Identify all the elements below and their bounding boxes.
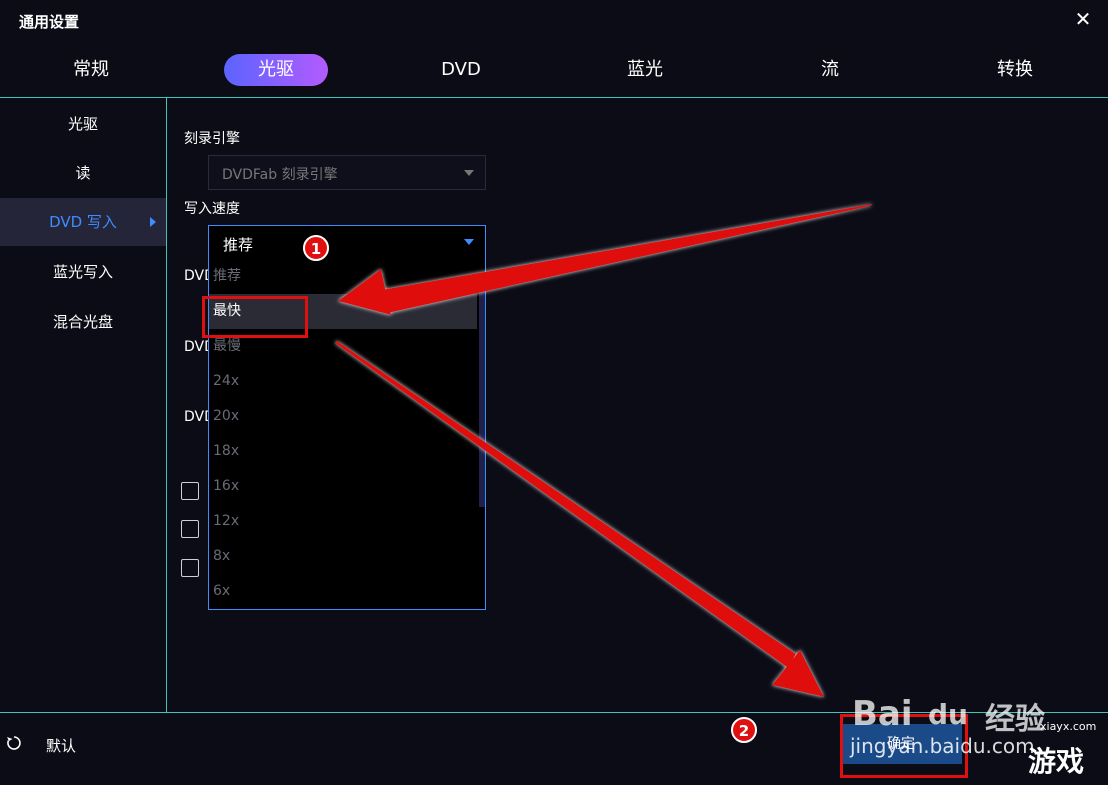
write-speed-value: 推荐 [223,236,254,254]
title-bar: 通用设置 ✕ [0,0,1108,42]
chevron-down-icon [464,239,474,245]
step-badge-2: 2 [731,717,757,743]
dropdown-scrollbar[interactable] [479,285,485,507]
sidebar-item-label: DVD 写入 [49,213,117,231]
sidebar: 光驱 读 DVD 写入 蓝光写入 混合光盘 [0,98,167,712]
speed-option[interactable]: 20x [209,399,477,434]
step-badge-1: 1 [303,235,329,261]
speed-option[interactable]: 推荐 [209,259,477,294]
option-checkbox[interactable] [181,482,199,500]
sidebar-item-hybrid-disc[interactable]: 混合光盘 [0,298,166,346]
window-title: 通用设置 [19,13,80,31]
speed-option[interactable]: 6x [209,574,477,609]
watermark-brand-2: du [928,698,968,731]
highlight-fastest-box [202,296,308,338]
watermark-brand: Bai [852,694,913,734]
write-speed-select[interactable]: 推荐 [208,225,486,260]
watermark-url: jingyan.baidu.com [850,734,1035,758]
tab-convert[interactable]: 转换 [963,54,1067,86]
sidebar-item-drive[interactable]: 光驱 [0,100,166,148]
tab-stream[interactable]: 流 [778,54,882,86]
sidebar-item-read[interactable]: 读 [0,149,166,197]
chevron-right-icon [150,217,156,227]
write-speed-label: 写入速度 [184,201,240,217]
option-checkbox[interactable] [181,559,199,577]
speed-option[interactable]: 8x [209,539,477,574]
burn-engine-value: DVDFab 刻录引擎 [222,167,338,183]
close-icon[interactable]: ✕ [1073,9,1093,29]
tab-drive[interactable]: 光驱 [224,54,328,86]
speed-option[interactable]: 24x [209,364,477,399]
sidebar-item-bluray-write[interactable]: 蓝光写入 [0,248,166,296]
reset-default-button[interactable]: 默认 [46,735,76,756]
sidebar-item-dvd-write[interactable]: DVD 写入 [0,198,166,246]
watermark-brand-3: 经验 [985,702,1045,737]
tab-bluray[interactable]: 蓝光 [593,54,697,86]
speed-option[interactable]: 12x [209,504,477,539]
burn-engine-select: DVDFab 刻录引擎 [208,155,486,190]
watermark: Bai du 经验 jingyan.baidu.com xiayx.com 游戏 [850,690,1108,785]
settings-tabs: 常规 光驱 DVD 蓝光 流 转换 [0,48,1108,94]
speed-option[interactable]: 16x [209,469,477,504]
tab-dvd[interactable]: DVD [409,54,513,86]
chevron-down-icon [464,170,474,176]
watermark-site: xiayx.com [1040,720,1097,733]
tab-general[interactable]: 常规 [39,54,143,86]
speed-option[interactable]: 18x [209,434,477,469]
burn-engine-label: 刻录引擎 [184,131,240,147]
option-checkbox[interactable] [181,520,199,538]
watermark-game: 游戏 [1028,745,1085,778]
reset-icon[interactable] [6,735,22,751]
